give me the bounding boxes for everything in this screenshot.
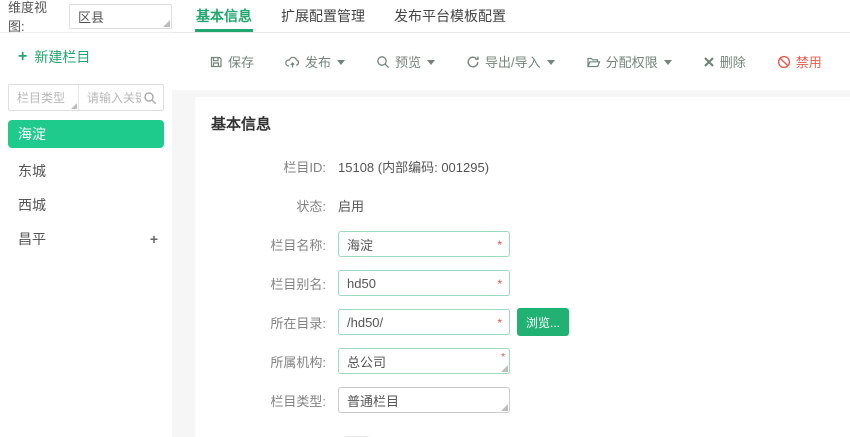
field-row-column-type: 栏目类型: 普通栏目 <box>211 387 850 413</box>
dimension-view-bar: 维度视图: 区县 <box>0 0 172 34</box>
assign-permissions-button[interactable]: 分配权限 <box>586 52 672 71</box>
field-row-column-alias: 栏目别名: * <box>211 270 850 296</box>
directory-input[interactable] <box>339 314 509 330</box>
delete-label: 删除 <box>719 55 746 70</box>
resize-grip-icon <box>501 404 508 411</box>
tab-label: 发布平台模板配置 <box>394 8 506 24</box>
field-row-organization: 所属机构: * <box>211 348 850 374</box>
list-item-haidian[interactable]: 海淀 <box>8 120 164 148</box>
cloud-upload-icon <box>285 56 300 67</box>
import-export-label: 导出/导入 <box>485 55 541 70</box>
column-id-value: 15108 (内部编码: 001295) <box>338 159 490 175</box>
tab-label: 基本信息 <box>196 8 252 24</box>
toolbar: 保存 发布 预览 导出/导入 分配权限 删除 禁用 <box>172 33 850 90</box>
new-column-label: 新建栏目 <box>34 49 91 65</box>
list-item-label: 海淀 <box>18 126 46 142</box>
status-value: 启用 <box>338 198 365 214</box>
column-list: 海淀 东城 西城 昌平 + <box>0 120 172 256</box>
disable-button[interactable]: 禁用 <box>777 52 822 71</box>
browse-button[interactable]: 浏览... <box>517 308 570 336</box>
column-type-value: 普通栏目 <box>347 393 400 409</box>
required-marker: * <box>497 277 502 291</box>
field-row-status: 状态: 启用 <box>211 192 850 218</box>
tab-label: 扩展配置管理 <box>281 8 365 24</box>
dimension-view-select[interactable]: 区县 <box>69 3 172 29</box>
directory-field: * <box>338 309 510 335</box>
sidebar: + 新建栏目 栏目类型 海淀 东城 西城 <box>0 33 172 437</box>
column-alias-input[interactable] <box>339 275 509 291</box>
list-item-dongcheng[interactable]: 东城 <box>0 154 172 188</box>
list-item-xicheng[interactable]: 西城 <box>0 188 172 222</box>
chevron-down-icon <box>546 60 555 65</box>
preview-button[interactable]: 预览 <box>376 52 436 71</box>
field-row-generate-static: 生成静态文件: <box>211 433 850 437</box>
status-label: 状态: <box>296 198 326 214</box>
tab-bar: 基本信息 扩展配置管理 发布平台模板配置 <box>172 0 850 33</box>
column-name-label: 栏目名称: <box>270 237 326 253</box>
chevron-down-icon <box>337 60 346 65</box>
preview-label: 预览 <box>395 55 422 70</box>
dimension-view-label: 维度视图: <box>8 0 48 34</box>
required-marker: * <box>497 316 502 330</box>
disable-label: 禁用 <box>795 55 822 70</box>
basic-info-form: 栏目ID: 15108 (内部编码: 001295) 状态: 启用 栏目名称: … <box>211 153 850 437</box>
add-child-column-icon[interactable]: + <box>150 222 158 256</box>
basic-info-panel: 基本信息 栏目ID: 15108 (内部编码: 001295) 状态: 启用 栏… <box>195 97 850 437</box>
directory-label: 所在目录: <box>270 315 326 331</box>
list-item-changping[interactable]: 昌平 + <box>0 222 172 256</box>
assign-permissions-label: 分配权限 <box>605 55 658 70</box>
chevron-down-icon <box>427 60 436 65</box>
new-column-button[interactable]: + 新建栏目 <box>18 47 172 67</box>
column-id-label: 栏目ID: <box>283 159 326 175</box>
column-name-field: * <box>338 231 510 257</box>
required-marker: * <box>501 352 505 363</box>
list-item-label: 西城 <box>18 197 46 213</box>
organization-label: 所属机构: <box>270 354 326 370</box>
chevron-down-icon <box>663 60 672 65</box>
tab-extended-config[interactable]: 扩展配置管理 <box>280 0 366 32</box>
save-button[interactable]: 保存 <box>209 52 254 71</box>
save-label: 保存 <box>228 55 255 70</box>
field-row-directory: 所在目录: * 浏览... <box>211 308 850 336</box>
folder-open-icon <box>586 57 601 67</box>
field-row-column-id: 栏目ID: 15108 (内部编码: 001295) <box>211 153 850 179</box>
required-marker: * <box>497 238 502 252</box>
resize-grip-icon <box>501 365 508 372</box>
organization-field: * <box>338 348 510 374</box>
publish-label: 发布 <box>305 55 332 70</box>
refresh-icon <box>467 55 479 67</box>
column-search <box>79 85 163 110</box>
field-row-column-name: 栏目名称: * <box>211 231 850 257</box>
app-screen: 维度视图: 区县 基本信息 扩展配置管理 发布平台模板配置 + 新建栏目 栏目类… <box>0 0 850 437</box>
save-icon <box>210 56 222 67</box>
resize-grip-icon <box>163 19 170 27</box>
column-type-select[interactable]: 普通栏目 <box>338 387 510 413</box>
list-item-label: 昌平 <box>18 231 46 247</box>
tab-publish-template-config[interactable]: 发布平台模板配置 <box>393 0 507 32</box>
organization-input[interactable] <box>339 353 509 369</box>
delete-button[interactable]: 删除 <box>703 52 746 71</box>
column-filter-bar: 栏目类型 <box>8 84 164 111</box>
tab-basic-info[interactable]: 基本信息 <box>195 0 253 32</box>
delete-x-icon <box>703 56 714 67</box>
publish-button[interactable]: 发布 <box>285 52 346 71</box>
column-type-filter-select[interactable]: 栏目类型 <box>9 85 79 110</box>
search-icon <box>144 92 157 105</box>
ban-icon <box>777 55 790 68</box>
column-type-label: 栏目类型: <box>270 393 326 409</box>
section-title: 基本信息 <box>211 116 272 133</box>
column-alias-field: * <box>338 270 510 296</box>
preview-magnifier-icon <box>377 55 390 68</box>
list-item-label: 东城 <box>18 163 46 179</box>
column-name-input[interactable] <box>339 236 509 252</box>
resize-grip-icon <box>71 103 77 109</box>
import-export-button[interactable]: 导出/导入 <box>466 52 555 71</box>
dimension-view-value: 区县 <box>78 9 105 25</box>
column-alias-label: 栏目别名: <box>270 276 326 292</box>
plus-icon: + <box>18 48 28 65</box>
column-type-filter-label: 栏目类型 <box>17 91 66 105</box>
